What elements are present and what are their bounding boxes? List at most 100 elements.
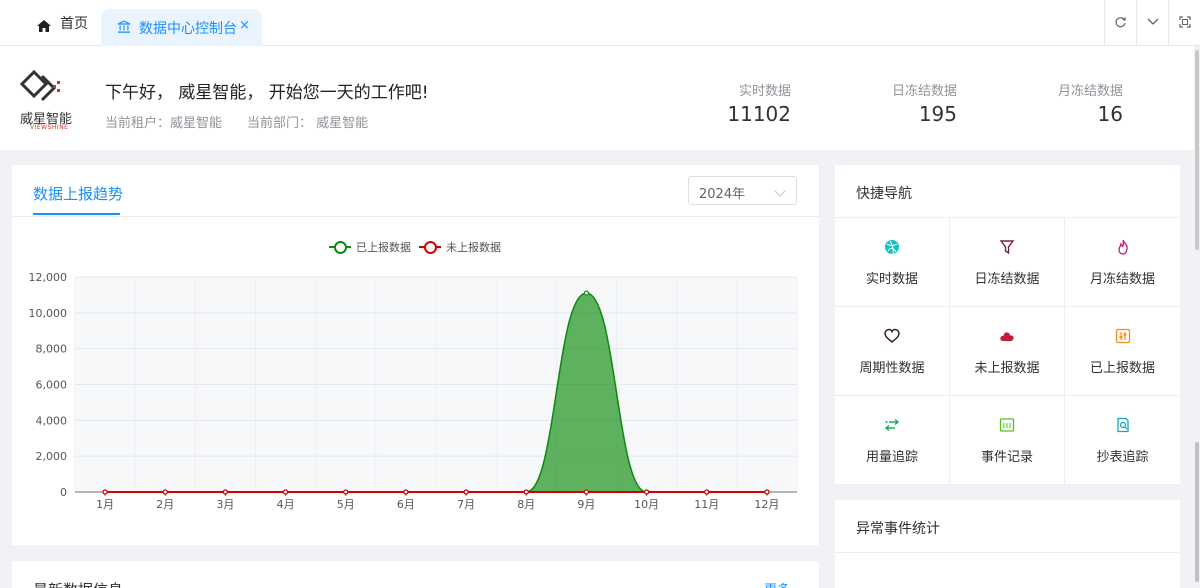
data-point [343, 489, 349, 495]
nav-item-monthly[interactable]: 月冻结数据 [1065, 218, 1180, 307]
greeting-text: 下午好， 威星智能， 开始您一天的工作吧! [105, 83, 429, 103]
more-link[interactable]: 更多 [764, 579, 790, 588]
heart-icon [884, 328, 900, 343]
exchange-icon [884, 418, 900, 432]
tab-active-indicator [33, 213, 120, 215]
data-point [162, 489, 168, 495]
nav-item-label: 用量追踪 [865, 450, 918, 465]
data-point [102, 489, 108, 495]
latest-data-card: 最新数据信息 更多 [12, 561, 819, 588]
nav-item-unreported[interactable]: 未上报数据 [950, 307, 1065, 396]
data-point [523, 489, 529, 495]
tab-close-icon[interactable]: × [239, 18, 250, 33]
legend-unreported-label: 未上报数据 [446, 241, 501, 254]
card-divider [835, 552, 1180, 553]
nav-item-daily[interactable]: 日冻结数据 [950, 218, 1065, 307]
y-tick-label: 6,000 [36, 379, 68, 392]
nav-item-label: 日冻结数据 [974, 272, 1040, 287]
document-search-icon [1116, 417, 1129, 433]
tab-bar: 首页 数据中心控制台 × [0, 0, 1200, 46]
data-point [583, 489, 590, 495]
y-tick-label: 2,000 [36, 450, 68, 463]
legend-reported[interactable]: 已上报数据 [329, 239, 411, 255]
data-point [583, 290, 590, 296]
x-tick-label: 1月 [96, 498, 114, 511]
logo-subtext: VIEWSHINE [30, 124, 69, 131]
scrollbar[interactable] [1194, 46, 1200, 588]
x-tick-label: 6月 [397, 498, 415, 511]
nav-item-usage[interactable]: 用量追踪 [835, 396, 950, 485]
data-point [704, 489, 710, 495]
dropdown-button[interactable] [1136, 0, 1168, 44]
scrollbar-thumb[interactable] [1195, 442, 1199, 582]
x-tick-label: 10月 [634, 498, 659, 511]
legend-unreported[interactable]: 未上报数据 [419, 239, 501, 255]
x-tick-label: 8月 [517, 498, 535, 511]
dribbble-icon [885, 240, 899, 255]
trend-card: 数据上报趋势 2024年 已上报数据 未上报数据 0 2,000 4,000 6,00… [12, 165, 819, 545]
year-select[interactable]: 2024年 [688, 176, 797, 205]
nav-item-events[interactable]: 事件记录 [950, 396, 1065, 485]
year-select-value: 2024年 [699, 187, 746, 202]
legend-unreported-marker [419, 241, 441, 254]
nav-item-label: 周期性数据 [859, 361, 925, 376]
chevron-down-icon [1147, 18, 1158, 25]
tab-home[interactable]: 首页 [0, 0, 100, 46]
tab-trend[interactable]: 数据上报趋势 [33, 183, 123, 204]
data-point [643, 489, 650, 495]
fullscreen-button[interactable] [1168, 0, 1200, 44]
nav-item-reported[interactable]: 已上报数据 [1065, 307, 1180, 396]
department-text: 当前部门： 威星智能 [247, 116, 369, 131]
nav-item-label: 月冻结数据 [1089, 272, 1155, 287]
stat-realtime-value: 11102 [727, 102, 791, 126]
x-tick-label: 9月 [577, 498, 595, 511]
chevron-down-icon [774, 185, 786, 197]
calendar-icon [999, 418, 1015, 432]
y-tick-label: 8,000 [36, 343, 68, 356]
welcome-panel: 威星智能 VIEWSHINE 下午好， 威星智能， 开始您一天的工作吧! 当前租… [0, 46, 1200, 150]
abnormal-events-title: 异常事件统计 [856, 521, 940, 537]
y-tick-label: 4,000 [36, 414, 68, 427]
cloud-icon [1000, 332, 1014, 341]
y-tick-label: 10,000 [29, 307, 68, 320]
nav-item-label: 未上报数据 [974, 361, 1040, 376]
data-point [463, 489, 469, 495]
sliders-icon [1115, 328, 1130, 344]
stat-daily-label: 日冻结数据 [891, 84, 957, 99]
legend-reported-label: 已上报数据 [356, 241, 411, 254]
flame-icon [1117, 239, 1128, 255]
stat-monthly-label: 月冻结数据 [1057, 84, 1123, 99]
y-tick-label: 0 [60, 486, 67, 499]
data-point [764, 489, 770, 495]
x-tick-label: 12月 [754, 498, 779, 511]
nav-item-periodic[interactable]: 周期性数据 [835, 307, 950, 396]
stat-monthly-value: 16 [1097, 102, 1123, 126]
refresh-button[interactable] [1104, 0, 1136, 44]
nav-item-label: 实时数据 [865, 272, 918, 287]
nav-item-meter-reading[interactable]: 抄表追踪 [1065, 396, 1180, 485]
latest-data-title: 最新数据信息 [33, 579, 123, 588]
home-icon [37, 20, 51, 32]
quick-nav-title: 快捷导航 [856, 186, 912, 202]
logo-icon [20, 69, 60, 102]
x-tick-label: 2月 [156, 498, 174, 511]
stat-realtime-label: 实时数据 [738, 84, 791, 99]
abnormal-events-card: 异常事件统计 [835, 500, 1180, 588]
refresh-icon [1115, 16, 1126, 27]
trend-chart: 0 2,000 4,000 6,000 8,000 10,000 12,000 1月 2月 3月 4… [29, 271, 798, 511]
stat-daily-value: 195 [918, 102, 957, 126]
tab-home-label: 首页 [60, 16, 88, 32]
y-tick-label: 12,000 [29, 271, 68, 284]
x-tick-label: 11月 [694, 498, 719, 511]
bank-icon [117, 20, 131, 33]
nav-item-realtime[interactable]: 实时数据 [835, 218, 950, 307]
tab-data-center[interactable]: 数据中心控制台 × [101, 9, 262, 46]
card-divider [12, 216, 819, 217]
fullscreen-icon [1178, 16, 1191, 28]
x-tick-label: 3月 [216, 498, 234, 511]
tenant-text: 当前租户：威星智能 [105, 116, 223, 131]
x-tick-label: 5月 [337, 498, 355, 511]
nav-item-label: 已上报数据 [1089, 361, 1155, 376]
tab-data-center-label: 数据中心控制台 [139, 21, 237, 37]
filter-icon [999, 240, 1015, 255]
